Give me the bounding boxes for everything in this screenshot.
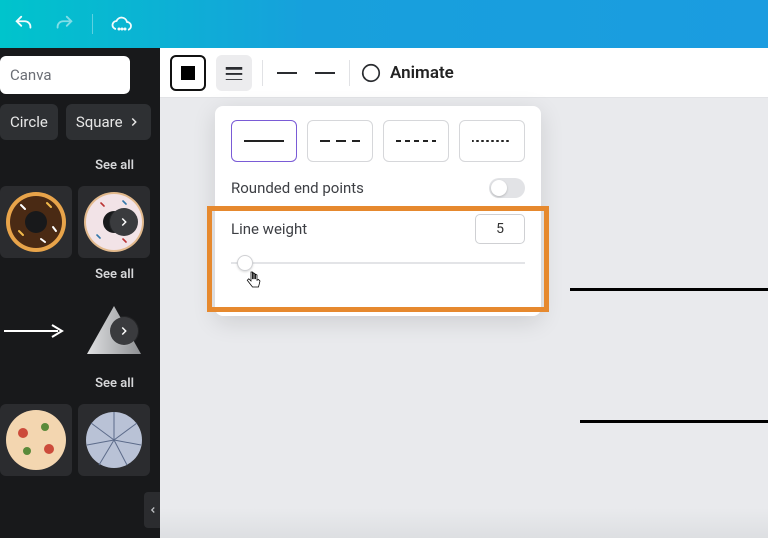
line-weight-input[interactable]: 5	[475, 214, 525, 244]
search-placeholder: Canva	[10, 66, 52, 84]
line-color-button[interactable]	[170, 55, 206, 91]
asset-row	[0, 181, 152, 263]
line-style-button[interactable]	[216, 55, 252, 91]
line-style-short-dash[interactable]	[383, 120, 449, 162]
asset-row	[0, 290, 152, 372]
asset-thumb-pizza[interactable]	[0, 404, 72, 476]
editor-main: Animate Rounded end points Line weight 5	[160, 48, 768, 538]
slider-handle[interactable]	[237, 255, 253, 271]
see-all-link[interactable]: See all	[0, 154, 152, 181]
rounded-endpoints-label: Rounded end points	[231, 179, 364, 197]
separator	[262, 60, 263, 86]
line-end-button[interactable]	[311, 55, 339, 91]
row-scroll-next-icon[interactable]	[110, 208, 138, 236]
asset-thumb-donut-chocolate[interactable]	[0, 186, 72, 258]
animate-label: Animate	[390, 63, 454, 83]
canvas-floor-shade	[160, 508, 768, 538]
rounded-endpoints-toggle[interactable]	[489, 178, 525, 198]
context-toolbar: Animate	[160, 48, 768, 98]
see-all-link[interactable]: See all	[0, 372, 152, 399]
animate-button[interactable]: Animate	[360, 62, 454, 84]
line-style-panel: Rounded end points Line weight 5	[215, 106, 541, 316]
canvas-line-object[interactable]	[570, 288, 768, 291]
line-style-solid[interactable]	[231, 120, 297, 162]
see-all-link[interactable]: See all	[0, 263, 152, 290]
separator	[92, 14, 93, 34]
line-weight-label: Line weight	[231, 220, 307, 238]
line-weight-slider[interactable]	[231, 254, 525, 272]
asset-thumb-shell[interactable]	[78, 404, 150, 476]
separator	[349, 60, 350, 86]
line-style-options	[231, 120, 525, 162]
asset-thumb-arrow[interactable]	[0, 295, 72, 367]
search-input[interactable]: Canva	[0, 56, 130, 94]
redo-icon[interactable]	[52, 12, 76, 36]
undo-icon[interactable]	[12, 12, 36, 36]
row-scroll-next-icon[interactable]	[110, 317, 138, 345]
line-style-long-dash[interactable]	[307, 120, 373, 162]
asset-row	[0, 399, 152, 481]
cloud-sync-icon[interactable]	[109, 12, 133, 36]
elements-sidebar: Canva Circle Square See all See all	[0, 48, 160, 538]
canvas-line-object[interactable]	[580, 420, 768, 423]
chip-square[interactable]: Square	[66, 104, 151, 140]
app-top-bar	[0, 0, 768, 48]
chip-circle[interactable]: Circle	[0, 104, 58, 140]
line-start-button[interactable]	[273, 55, 301, 91]
filter-chips: Circle Square	[0, 104, 152, 140]
sidebar-collapse-icon[interactable]	[144, 492, 160, 528]
line-style-dotted[interactable]	[459, 120, 525, 162]
